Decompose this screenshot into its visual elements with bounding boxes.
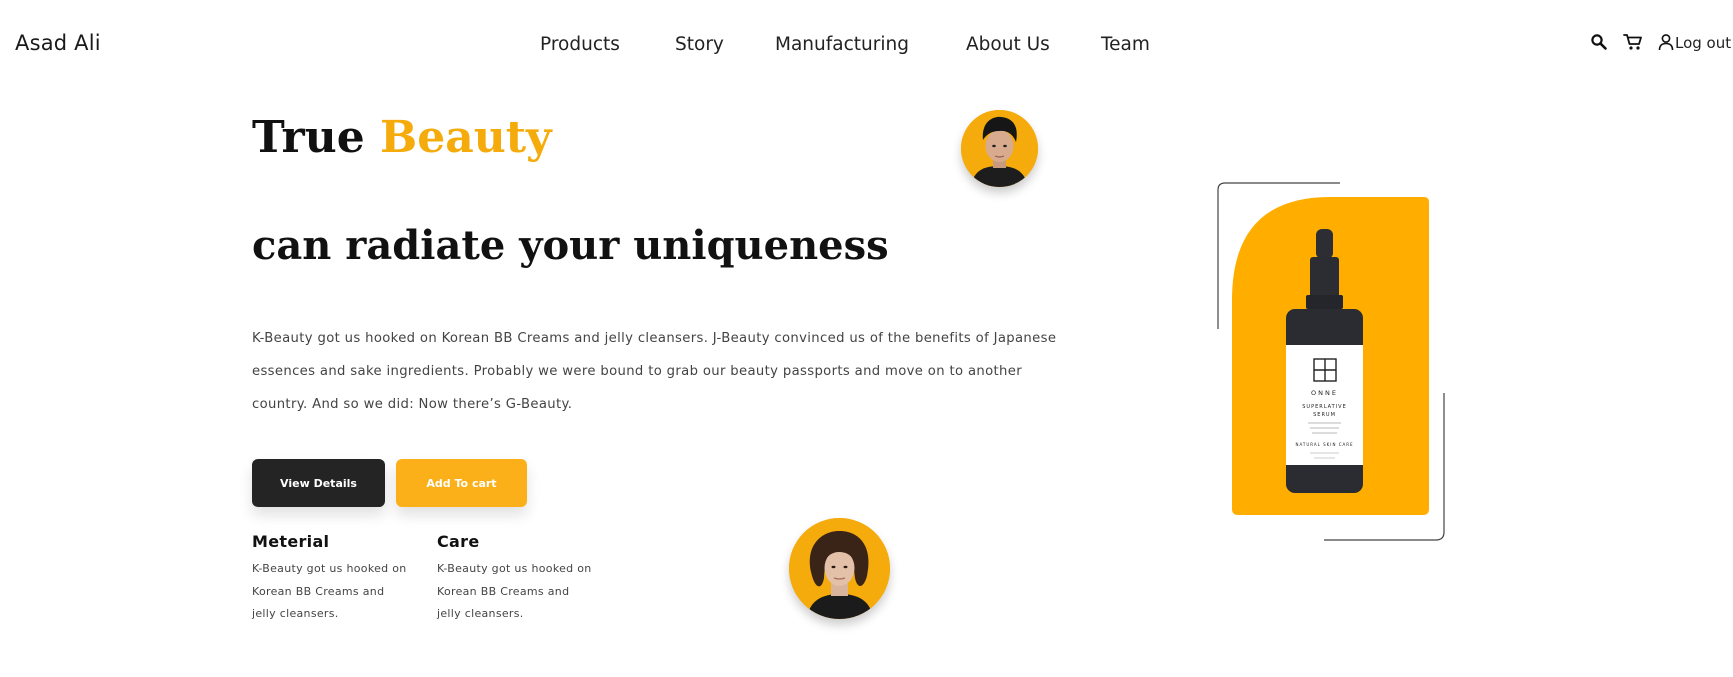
nav-item-manufacturing[interactable]: Manufacturing bbox=[775, 34, 909, 55]
cart-icon[interactable] bbox=[1623, 33, 1643, 53]
feature-material: Meterial K-Beauty got us hooked on Korea… bbox=[252, 532, 412, 626]
feature-text: K-Beauty got us hooked on Korean BB Crea… bbox=[437, 562, 592, 620]
product-name-line1: SUPERLATIVE bbox=[1302, 404, 1347, 410]
nav-item-products[interactable]: Products bbox=[540, 34, 620, 55]
feature-text: K-Beauty got us hooked on Korean BB Crea… bbox=[252, 562, 407, 620]
nav-item-about-us[interactable]: About Us bbox=[966, 34, 1050, 55]
product-name-line2: SERUM bbox=[1313, 412, 1336, 418]
feature-title: Meterial bbox=[252, 532, 330, 551]
hero-description: K-Beauty got us hooked on Korean BB Crea… bbox=[252, 331, 1057, 412]
product-brand: ONNE bbox=[1311, 389, 1338, 397]
avatar-man bbox=[961, 110, 1038, 187]
avatar-woman bbox=[789, 518, 890, 619]
product-bottle-illustration: ONNE SUPERLATIVE SERUM NATURAL SKIN CARE bbox=[1217, 182, 1445, 541]
hero-title-start: True bbox=[252, 112, 365, 163]
hero-title: True Beauty bbox=[252, 112, 552, 163]
user-icon[interactable] bbox=[1657, 33, 1677, 53]
hero-title-accent: Beauty bbox=[380, 112, 552, 163]
add-to-cart-button[interactable]: Add To cart bbox=[396, 459, 527, 507]
main-nav: Products Story Manufacturing About Us Te… bbox=[0, 34, 1733, 58]
nav-item-team[interactable]: Team bbox=[1101, 34, 1150, 55]
feature-care: Care K-Beauty got us hooked on Korean BB… bbox=[437, 532, 597, 626]
hero-subtitle: can radiate your uniqueness bbox=[252, 222, 889, 269]
search-icon[interactable] bbox=[1590, 33, 1610, 53]
product-visual: ONNE SUPERLATIVE SERUM NATURAL SKIN CARE bbox=[1200, 165, 1450, 545]
logout-link[interactable]: Log out bbox=[1675, 34, 1731, 52]
feature-title: Care bbox=[437, 532, 480, 551]
product-tagline: NATURAL SKIN CARE bbox=[1295, 442, 1353, 447]
view-details-button[interactable]: View Details bbox=[252, 459, 385, 507]
nav-item-story[interactable]: Story bbox=[675, 34, 724, 55]
